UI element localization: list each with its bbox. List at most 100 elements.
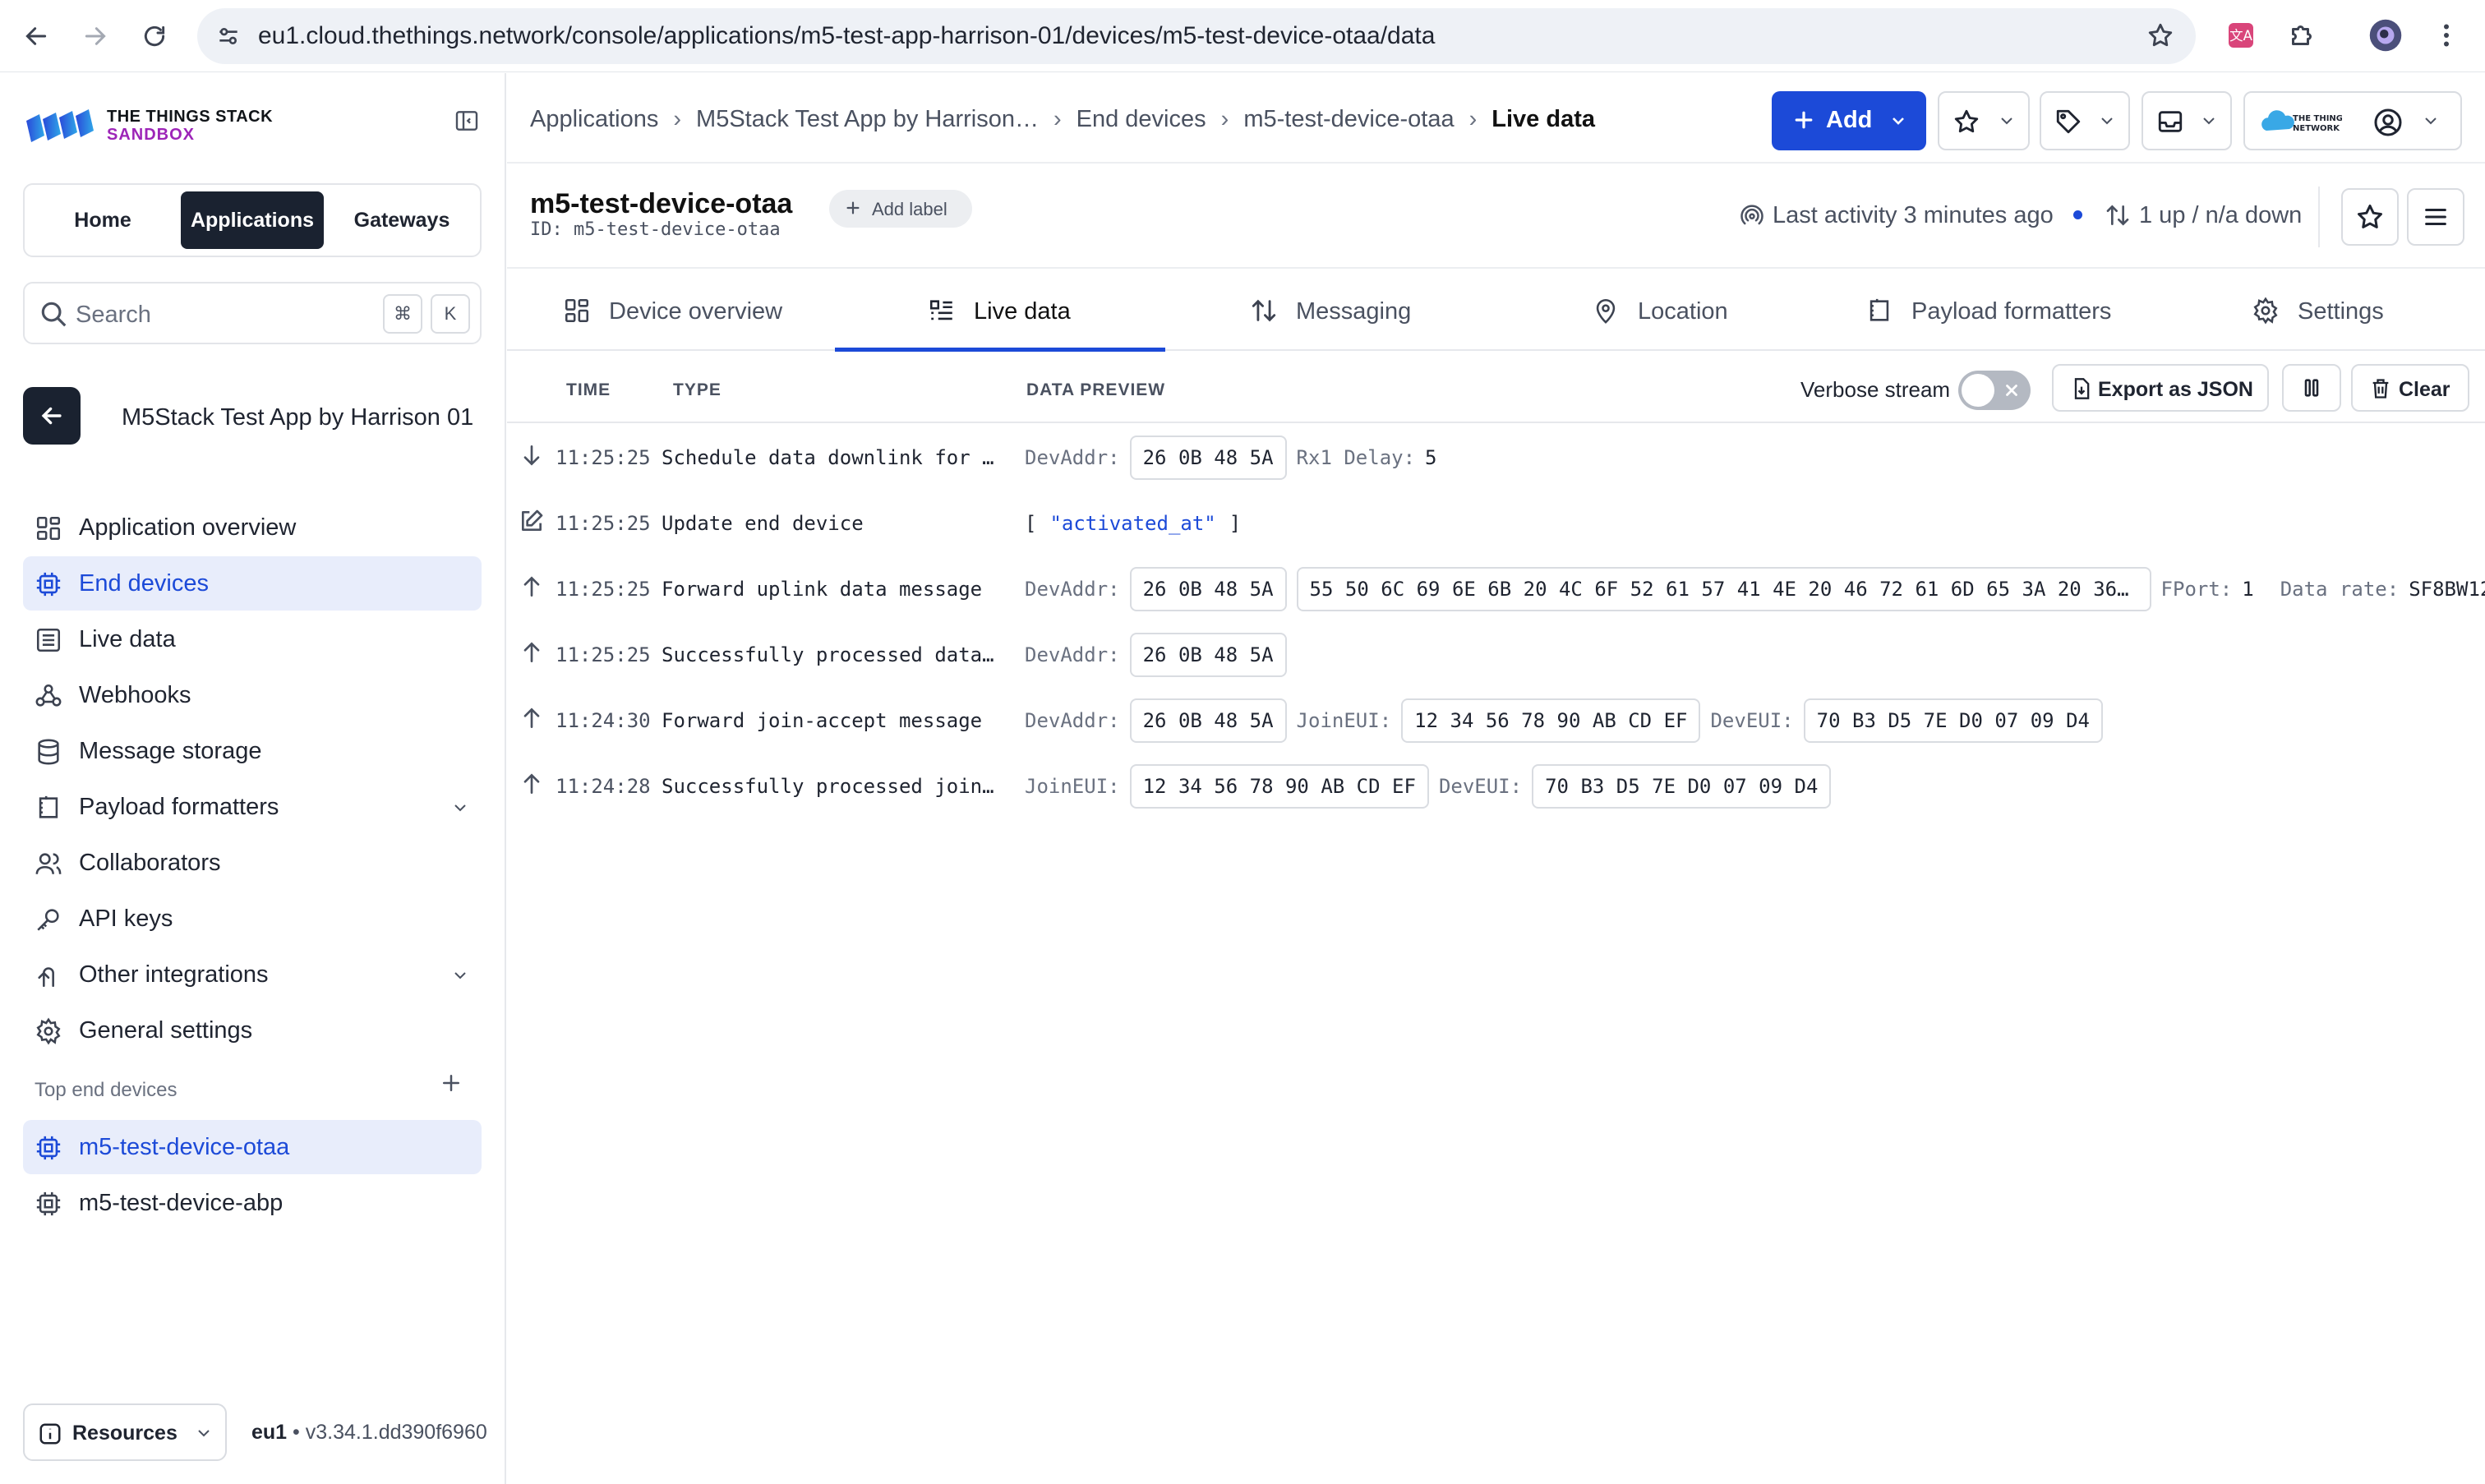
sidebar-item-api-keys[interactable]: API keys [23, 892, 482, 946]
top-device-m5-test-device-abp[interactable]: m5-test-device-abp [23, 1176, 482, 1230]
grid-icon [563, 297, 591, 325]
table-row[interactable]: 11:24:28 Successfully processed join… Jo… [507, 753, 2485, 818]
breadcrumb-application[interactable]: M5Stack Test App by Harrison… [696, 106, 1039, 133]
verbose-stream-toggle[interactable] [1958, 371, 2031, 410]
export-json-button[interactable]: Export as JSON [2052, 364, 2269, 412]
back-to-applications-button[interactable] [23, 387, 81, 445]
bookmarks-dropdown-button[interactable] [1938, 91, 2030, 150]
sidebar: THE THINGS STACK SANDBOX Home Applicatio… [0, 73, 506, 1484]
star-icon [2358, 205, 2382, 228]
active-tab-indicator [835, 348, 1165, 352]
sidebar-item-end-devices[interactable]: End devices [23, 556, 482, 611]
joineui-value[interactable]: 12 34 56 78 90 AB CD EF [1129, 764, 1429, 809]
sidebar-item-application-overview[interactable]: Application overview [23, 500, 482, 555]
extensions-puzzle-icon[interactable] [2283, 16, 2321, 54]
forward-icon[interactable] [77, 18, 113, 54]
sidebar-item-webhooks[interactable]: Webhooks [23, 668, 482, 722]
account-dropdown-button[interactable]: THE THINGSNETWORK [2243, 91, 2462, 150]
search-input[interactable]: Search ⌘ K [23, 282, 482, 344]
add-label-text: Add label [872, 199, 947, 219]
application-name: M5Stack Test App by Harrison 01 [122, 404, 474, 431]
pause-stream-button[interactable] [2282, 364, 2341, 412]
sidebar-item-live-data[interactable]: Live data [23, 612, 482, 666]
site-settings-icon[interactable] [215, 23, 242, 49]
sidebar-item-message-storage[interactable]: Message storage [23, 724, 482, 778]
devaddr-value[interactable]: 26 0B 48 5A [1129, 436, 1287, 480]
breadcrumb-end-devices[interactable]: End devices [1077, 106, 1206, 133]
top-device-label: m5-test-device-abp [79, 1190, 284, 1216]
sidebar-item-general-settings[interactable]: General settings [23, 1003, 482, 1058]
tab-location[interactable]: Location [1592, 269, 1756, 351]
nav-applications[interactable]: Applications [181, 191, 324, 249]
inbox-icon [2156, 108, 2184, 136]
favorite-button[interactable] [2341, 188, 2399, 246]
updated-field: "activated_at" [1049, 512, 1216, 535]
resources-label: Resources [72, 1422, 178, 1445]
table-row[interactable]: 11:25:25 Update end device [ "activated_… [507, 490, 2485, 555]
table-row[interactable]: 11:25:25 Forward uplink data message Dev… [507, 555, 2485, 621]
table-row[interactable]: 11:25:25 Schedule data downlink for … De… [507, 424, 2485, 490]
clear-button[interactable]: Clear [2351, 364, 2469, 412]
reload-icon[interactable] [136, 18, 173, 54]
row-type: Schedule data downlink for … [662, 446, 994, 469]
clear-label: Clear [2399, 378, 2450, 401]
collapse-sidebar-icon[interactable] [454, 108, 480, 134]
webhook-icon [35, 682, 62, 710]
info-icon [38, 1422, 62, 1446]
sidebar-item-label: General settings [79, 1017, 253, 1044]
deveui-value[interactable]: 70 B3 D5 7E D0 07 09 D4 [1803, 698, 2103, 743]
breadcrumb-applications[interactable]: Applications [530, 106, 658, 133]
nav-home[interactable]: Home [31, 191, 174, 249]
table-row[interactable]: 11:25:25 Successfully processed data… De… [507, 621, 2485, 687]
bookmark-star-icon[interactable] [2146, 21, 2174, 49]
address-bar[interactable]: eu1.cloud.thethings.network/console/appl… [197, 8, 2196, 64]
translate-extension-icon[interactable]: 文A [2222, 16, 2260, 54]
user-avatar-icon [2373, 108, 2403, 137]
edit-icon [519, 508, 545, 534]
add-icon[interactable] [439, 1071, 463, 1095]
chevron-down-icon[interactable] [450, 966, 470, 985]
payload-value[interactable]: 55 50 6C 69 6E 6B 20 4C 6F 52 61 57 41 4… [1296, 567, 2151, 611]
breadcrumb: Applications › M5Stack Test App by Harris… [530, 106, 1595, 133]
tag-icon [2054, 108, 2082, 136]
profile-avatar-icon[interactable] [2367, 16, 2404, 54]
plus-icon [844, 199, 862, 217]
add-button[interactable]: Add [1772, 91, 1926, 150]
tab-device-overview[interactable]: Device overview [563, 269, 809, 351]
browser-toolbar: eu1.cloud.thethings.network/console/appl… [0, 0, 2485, 72]
tab-messaging[interactable]: Messaging [1250, 269, 1431, 351]
devaddr-value[interactable]: 26 0B 48 5A [1129, 633, 1287, 677]
tab-payload-formatters[interactable]: Payload formatters [1865, 269, 2128, 351]
browser-menu-icon[interactable] [2427, 16, 2465, 54]
add-label-button[interactable]: Add label [829, 190, 972, 228]
chevron-down-icon[interactable] [450, 798, 470, 818]
sidebar-item-collaborators[interactable]: Collaborators [23, 836, 482, 890]
nav-gateways[interactable]: Gateways [330, 191, 473, 249]
deveui-value[interactable]: 70 B3 D5 7E D0 07 09 D4 [1532, 764, 1832, 809]
top-device-m5-test-device-otaa[interactable]: m5-test-device-otaa [23, 1120, 482, 1174]
tags-dropdown-button[interactable] [2040, 91, 2130, 150]
resources-button[interactable]: Resources [23, 1403, 227, 1461]
formatter-icon [1865, 297, 1893, 325]
the-things-stack-logo[interactable]: THE THINGS STACK SANDBOX [23, 108, 273, 150]
devaddr-value[interactable]: 26 0B 48 5A [1129, 567, 1287, 611]
integrations-icon [35, 961, 62, 989]
deveui-key: DevEUI: [1438, 775, 1523, 798]
arrow-up-icon [519, 705, 545, 731]
tab-settings[interactable]: Settings [2252, 269, 2416, 351]
top-device-label: m5-test-device-otaa [79, 1134, 290, 1160]
sidebar-item-other-integrations[interactable]: Other integrations [23, 947, 482, 1002]
more-menu-button[interactable] [2407, 188, 2464, 246]
back-icon[interactable] [18, 18, 54, 54]
tab-live-data[interactable]: Live data [928, 269, 1109, 351]
table-row[interactable]: 11:24:30 Forward join-accept message Dev… [507, 687, 2485, 753]
chip-icon [35, 1134, 62, 1162]
version-text: • v3.34.1.dd390f6960 [287, 1421, 487, 1444]
breadcrumb-device[interactable]: m5-test-device-otaa [1243, 106, 1454, 133]
devaddr-value[interactable]: 26 0B 48 5A [1129, 698, 1287, 743]
sidebar-item-payload-formatters[interactable]: Payload formatters [23, 780, 482, 834]
joineui-value[interactable]: 12 34 56 78 90 AB CD EF [1401, 698, 1701, 743]
inbox-dropdown-button[interactable] [2142, 91, 2232, 150]
file-download-icon [2070, 377, 2093, 400]
pin-icon [1592, 297, 1620, 325]
